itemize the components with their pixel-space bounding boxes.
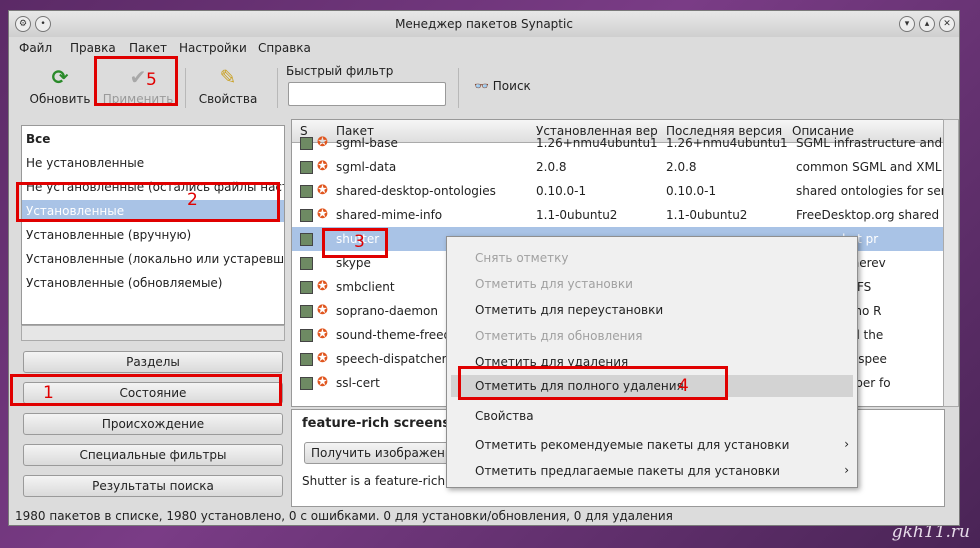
- filter-item[interactable]: Установленные (вручную): [26, 224, 191, 246]
- menu-edit[interactable]: Правка: [70, 41, 116, 55]
- filter-list-scrollbar[interactable]: [21, 325, 285, 341]
- menu-item-unmark[interactable]: Снять отметку: [475, 251, 568, 265]
- ubuntu-support-icon: ✪: [317, 327, 328, 342]
- cell-name: shared-desktop-ontologies: [336, 184, 496, 198]
- annotation-number: 3: [354, 232, 365, 252]
- annotation-number: 1: [43, 383, 54, 403]
- filter-item[interactable]: Установленные (обновляемые): [26, 272, 222, 294]
- table-row[interactable]: ✪ shared-mime-info 1.1-0ubuntu2 1.1-0ubuntu…: [292, 203, 944, 227]
- package-status-checkbox[interactable]: [300, 329, 313, 342]
- ubuntu-support-icon: ✪: [317, 207, 328, 222]
- get-screenshot-button[interactable]: Получить изображение: [304, 442, 468, 464]
- ubuntu-support-icon: ✪: [317, 159, 328, 174]
- ubuntu-support-icon: ✪: [317, 135, 328, 150]
- annotation-number: 4: [678, 376, 689, 396]
- package-status-checkbox[interactable]: [300, 353, 313, 366]
- reload-icon: ⟳: [51, 65, 69, 89]
- menubar: Файл Правка Пакет Настройки Справка: [9, 38, 959, 58]
- menu-item-mark-reinstall[interactable]: Отметить для переустановки: [475, 303, 663, 317]
- ubuntu-support-icon: ✪: [317, 303, 328, 318]
- toolbar-separator: [277, 68, 278, 108]
- quick-filter-label: Быстрый фильтр: [286, 64, 394, 78]
- filter-list: Все Не установленные Не установленные (о…: [21, 125, 285, 325]
- quick-filter-input[interactable]: [288, 82, 446, 106]
- menu-item-properties[interactable]: Свойства: [475, 409, 534, 423]
- properties-label: Свойства: [198, 92, 258, 106]
- package-status-checkbox[interactable]: [300, 209, 313, 222]
- package-status-checkbox[interactable]: [300, 185, 313, 198]
- ubuntu-support-icon: ✪: [317, 183, 328, 198]
- ubuntu-support-icon: ✪: [317, 351, 328, 366]
- package-status-checkbox[interactable]: [300, 281, 313, 294]
- reload-label: Обновить: [29, 92, 91, 106]
- cell-latest: 1.1-0ubuntu2: [666, 208, 748, 222]
- submenu-arrow-icon: ›: [844, 437, 849, 451]
- cell-name: sgml-base: [336, 136, 398, 150]
- toolbar-separator: [185, 68, 186, 108]
- table-row[interactable]: ✪ sgml-data 2.0.8 2.0.8 common SGML and XML …: [292, 155, 944, 179]
- filter-item[interactable]: Установленные (локально или устаревшие: [26, 248, 284, 270]
- context-menu: Снять отметку Отметить для установки Отм…: [446, 236, 858, 488]
- cell-installed: 2.0.8: [536, 160, 567, 174]
- properties-icon: ✎: [219, 65, 237, 89]
- cell-desc: SGML infrastructure and S: [796, 136, 944, 150]
- submenu-arrow-icon: ›: [844, 463, 849, 477]
- details-title: feature-rich screensh: [302, 416, 460, 431]
- reload-button[interactable]: ⟳ Обновить: [27, 62, 93, 114]
- package-status-checkbox[interactable]: [300, 377, 313, 390]
- annotation-number: 5: [146, 70, 157, 90]
- package-status-checkbox[interactable]: [300, 257, 313, 270]
- search-label: Поиск: [492, 79, 531, 93]
- binoculars-icon: 👓: [474, 79, 489, 93]
- title-bar: ⚙ • Менеджер пакетов Synaptic ▾ ▴ ✕: [9, 11, 959, 37]
- cell-latest: 0.10.0-1: [666, 184, 717, 198]
- menu-item-mark-install[interactable]: Отметить для установки: [475, 277, 633, 291]
- filter-item[interactable]: Не установленные: [26, 152, 144, 174]
- menu-item-mark-recommended[interactable]: Отметить рекомендуемые пакеты для устано…: [475, 438, 789, 452]
- sections-button[interactable]: Разделы: [23, 351, 283, 373]
- menu-help[interactable]: Справка: [258, 41, 311, 55]
- cell-installed: 0.10.0-1: [536, 184, 587, 198]
- cell-desc: common SGML and XML d: [796, 160, 944, 174]
- package-status-checkbox[interactable]: [300, 161, 313, 174]
- custom-filters-button[interactable]: Специальные фильтры: [23, 444, 283, 466]
- cell-latest: 2.0.8: [666, 160, 697, 174]
- statusbar: 1980 пакетов в списке, 1980 установлено,…: [15, 509, 673, 523]
- cell-installed: 1.26+nmu4ubuntu1: [536, 136, 658, 150]
- filter-item[interactable]: Все: [26, 128, 50, 150]
- annotation-number: 2: [187, 190, 198, 210]
- cell-installed: 1.1-0ubuntu2: [536, 208, 618, 222]
- package-status-checkbox[interactable]: [300, 137, 313, 150]
- origin-button[interactable]: Происхождение: [23, 413, 283, 435]
- minimize-icon[interactable]: ▾: [899, 16, 915, 32]
- cell-name: shared-mime-info: [336, 208, 443, 222]
- menu-item-mark-suggested[interactable]: Отметить предлагаемые пакеты для установ…: [475, 464, 780, 478]
- annotation-box: [94, 56, 178, 106]
- menu-item-mark-upgrade[interactable]: Отметить для обновления: [475, 329, 642, 343]
- search-results-button[interactable]: Результаты поиска: [23, 475, 283, 497]
- close-icon[interactable]: ✕: [939, 16, 955, 32]
- package-table-scrollbar[interactable]: [943, 119, 959, 407]
- table-row[interactable]: ✪ shared-desktop-ontologies 0.10.0-1 0.10.0…: [292, 179, 944, 203]
- ubuntu-support-icon: ✪: [317, 279, 328, 294]
- details-description: Shutter is a feature-rich s: [302, 474, 456, 488]
- cell-name: sgml-data: [336, 160, 397, 174]
- ubuntu-support-icon: ✪: [317, 375, 328, 390]
- menu-package[interactable]: Пакет: [129, 41, 167, 55]
- cell-desc: FreeDesktop.org shared M: [796, 208, 944, 222]
- menu-settings[interactable]: Настройки: [179, 41, 247, 55]
- package-status-checkbox[interactable]: [300, 233, 313, 246]
- table-row[interactable]: ✪ sgml-base 1.26+nmu4ubuntu1 1.26+nmu4ubunt…: [292, 131, 944, 155]
- search-button[interactable]: 👓 Поиск: [474, 79, 531, 93]
- cell-desc: shared ontologies for sem: [796, 184, 944, 198]
- maximize-icon[interactable]: ▴: [919, 16, 935, 32]
- menu-file[interactable]: Файл: [19, 41, 52, 55]
- package-status-checkbox[interactable]: [300, 305, 313, 318]
- window-title: Менеджер пакетов Synaptic: [395, 17, 573, 31]
- annotation-box: [16, 182, 280, 222]
- cell-latest: 1.26+nmu4ubuntu1: [666, 136, 788, 150]
- properties-button[interactable]: ✎ Свойства: [193, 62, 263, 114]
- toolbar-separator: [458, 68, 459, 108]
